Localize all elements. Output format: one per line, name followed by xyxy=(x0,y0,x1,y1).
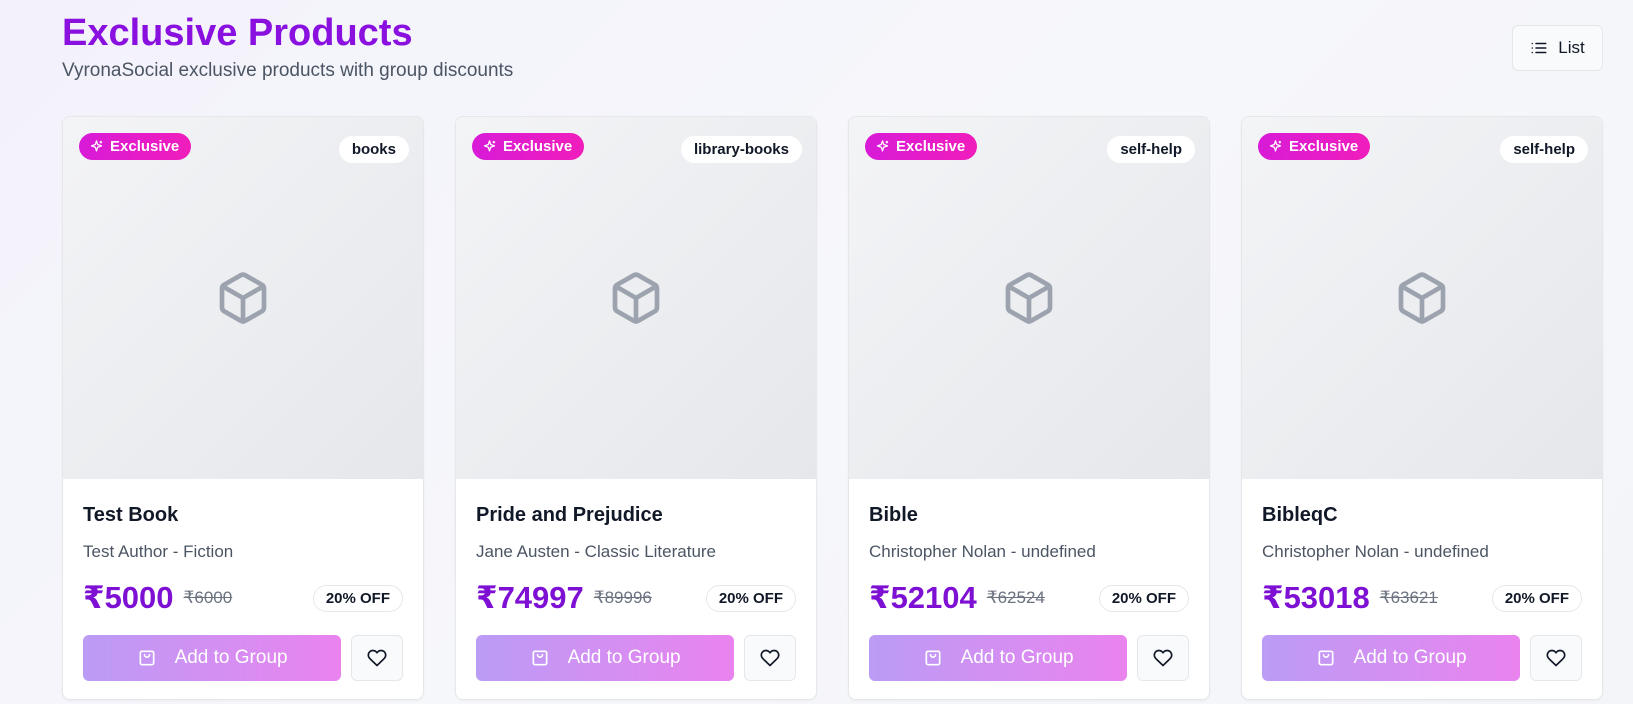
discount-badge: 20% OFF xyxy=(1098,584,1189,612)
shopping-bag-icon xyxy=(137,648,157,668)
add-to-group-label: Add to Group xyxy=(960,647,1074,668)
shopping-bag-icon xyxy=(923,648,943,668)
package-icon xyxy=(1394,270,1450,326)
original-price: ₹6000 xyxy=(183,588,233,607)
category-badge: library-books xyxy=(680,136,802,163)
page-subtitle: VyronaSocial exclusive products with gro… xyxy=(62,60,514,81)
exclusive-badge-label: Exclusive xyxy=(110,138,180,155)
favorite-button[interactable] xyxy=(1530,635,1582,681)
list-icon xyxy=(1530,39,1548,57)
discount-badge: 20% OFF xyxy=(312,584,403,612)
exclusive-badge: Exclusive xyxy=(472,133,585,160)
package-icon xyxy=(608,270,664,326)
product-card[interactable]: Exclusive books Test Book Test Author - … xyxy=(62,116,424,700)
product-image: Exclusive self-help xyxy=(1242,117,1602,479)
category-badge: self-help xyxy=(1500,136,1588,163)
add-to-group-button[interactable]: Add to Group xyxy=(1262,635,1521,681)
original-price: ₹89996 xyxy=(593,588,652,607)
exclusive-badge: Exclusive xyxy=(865,133,978,160)
page-header: Exclusive Products VyronaSocial exclusiv… xyxy=(62,12,513,82)
add-to-group-label: Add to Group xyxy=(1353,647,1467,668)
heart-icon xyxy=(1546,648,1566,668)
add-to-group-button[interactable]: Add to Group xyxy=(83,635,342,681)
list-view-button[interactable]: List xyxy=(1512,25,1603,71)
sparkles-icon xyxy=(875,139,890,154)
exclusive-badge-label: Exclusive xyxy=(896,138,966,155)
product-name: Pride and Prejudice xyxy=(476,504,663,526)
exclusive-badge-label: Exclusive xyxy=(1289,138,1359,155)
product-image: Exclusive library-books xyxy=(456,117,816,479)
exclusive-badge: Exclusive xyxy=(79,133,192,160)
product-image: Exclusive books xyxy=(63,117,423,479)
package-icon xyxy=(1001,270,1057,326)
sparkles-icon xyxy=(482,139,497,154)
product-price: ₹52104 xyxy=(869,580,977,615)
original-price: ₹63621 xyxy=(1379,588,1438,607)
product-author-category: Test Author - Fiction xyxy=(83,542,234,561)
add-to-group-button[interactable]: Add to Group xyxy=(476,635,735,681)
product-image: Exclusive self-help xyxy=(849,117,1209,479)
favorite-button[interactable] xyxy=(1137,635,1189,681)
add-to-group-label: Add to Group xyxy=(567,647,681,668)
list-view-label: List xyxy=(1558,38,1585,57)
page-title: Exclusive Products xyxy=(62,12,413,54)
original-price: ₹62524 xyxy=(986,588,1045,607)
add-to-group-label: Add to Group xyxy=(174,647,288,668)
product-author-category: Jane Austen - Classic Literature xyxy=(476,542,717,561)
product-name: Test Book xyxy=(83,504,179,526)
heart-icon xyxy=(1153,648,1173,668)
shopping-bag-icon xyxy=(530,648,550,668)
heart-icon xyxy=(367,648,387,668)
favorite-button[interactable] xyxy=(744,635,796,681)
product-name: BibleqC xyxy=(1262,504,1338,526)
shopping-bag-icon xyxy=(1316,648,1336,668)
package-icon xyxy=(215,270,271,326)
exclusive-badge-label: Exclusive xyxy=(503,138,573,155)
favorite-button[interactable] xyxy=(351,635,403,681)
sparkles-icon xyxy=(1268,139,1283,154)
product-price: ₹74997 xyxy=(476,580,584,615)
discount-badge: 20% OFF xyxy=(1491,584,1582,612)
discount-badge: 20% OFF xyxy=(705,584,796,612)
product-name: Bible xyxy=(869,504,918,526)
add-to-group-button[interactable]: Add to Group xyxy=(869,635,1128,681)
category-badge: self-help xyxy=(1107,136,1195,163)
product-author-category: Christopher Nolan - undefined xyxy=(869,542,1096,561)
product-price: ₹5000 xyxy=(83,580,174,615)
product-price: ₹53018 xyxy=(1262,580,1370,615)
product-card[interactable]: Exclusive self-help Bible Christopher No… xyxy=(848,116,1210,700)
heart-icon xyxy=(760,648,780,668)
product-card[interactable]: Exclusive self-help BibleqC Christopher … xyxy=(1241,116,1603,700)
exclusive-badge: Exclusive xyxy=(1258,133,1371,160)
product-card[interactable]: Exclusive library-books Pride and Prejud… xyxy=(455,116,817,700)
product-grid: Exclusive books Test Book Test Author - … xyxy=(62,116,1603,700)
product-author-category: Christopher Nolan - undefined xyxy=(1262,542,1489,561)
category-badge: books xyxy=(338,136,409,163)
sparkles-icon xyxy=(89,139,104,154)
